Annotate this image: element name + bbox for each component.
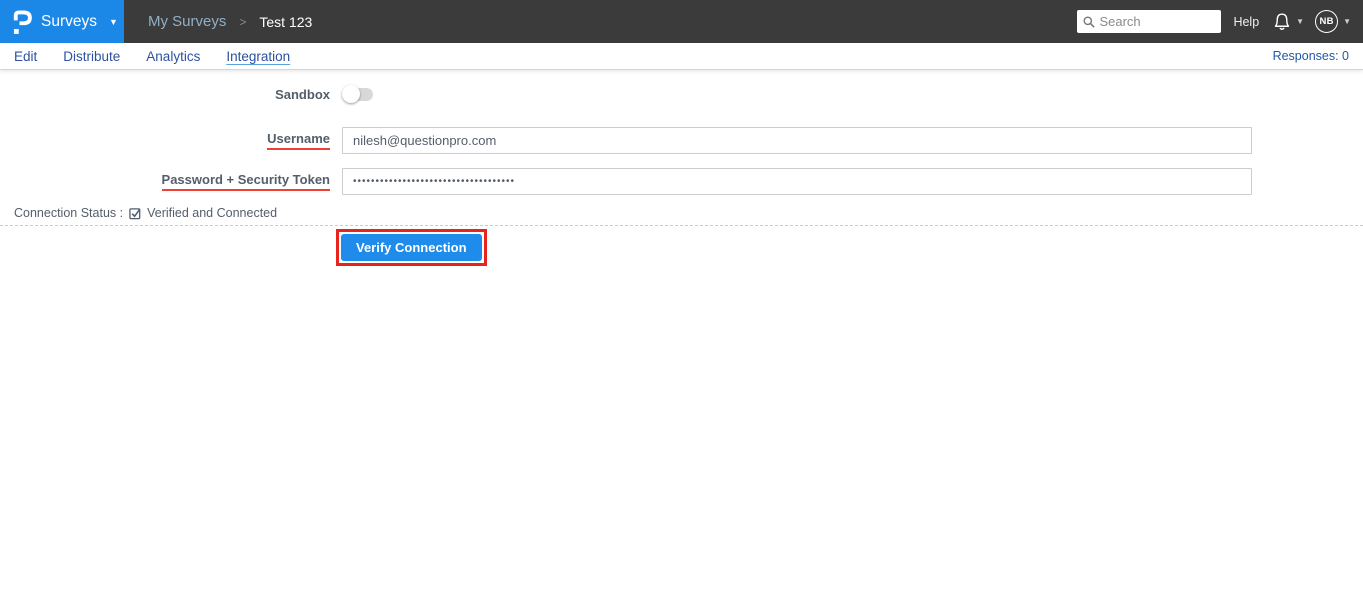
tab-analytics[interactable]: Analytics: [146, 49, 200, 64]
breadcrumb: My Surveys > Test 123: [148, 13, 312, 30]
annotation-highlight-box: Verify Connection: [336, 229, 487, 266]
connection-status-value: Verified and Connected: [147, 206, 278, 220]
connection-status-row: Connection Status : Verified and Connect…: [0, 206, 1363, 220]
breadcrumb-my-surveys[interactable]: My Surveys: [148, 13, 226, 30]
password-label-wrap: Password + Security Token: [0, 172, 330, 191]
search-box[interactable]: [1077, 10, 1222, 33]
chevron-down-icon: ▼: [1343, 17, 1351, 26]
password-input[interactable]: [342, 168, 1252, 195]
account-menu[interactable]: NB ▼: [1315, 10, 1351, 33]
password-label: Password + Security Token: [161, 172, 330, 191]
integration-settings-panel: Sandbox Username Password + Security Tok…: [0, 70, 1363, 266]
bell-icon: [1274, 13, 1290, 30]
section-divider: [0, 225, 1363, 226]
questionpro-logo-icon: [13, 10, 32, 34]
avatar: NB: [1315, 10, 1339, 33]
username-label-wrap: Username: [0, 131, 330, 150]
tab-integration[interactable]: Integration: [226, 49, 290, 64]
breadcrumb-separator-icon: >: [239, 14, 247, 29]
top-navbar: Surveys ▼ My Surveys > Test 123 Help ▼ N…: [0, 0, 1363, 43]
connection-status-label: Connection Status :: [14, 206, 124, 220]
search-icon: [1083, 16, 1096, 28]
checkbox-checked-icon: [129, 207, 142, 220]
notifications-menu[interactable]: ▼: [1273, 12, 1304, 31]
tab-distribute[interactable]: Distribute: [63, 49, 120, 64]
username-label: Username: [267, 131, 330, 150]
sandbox-label: Sandbox: [275, 86, 330, 102]
search-input[interactable]: [1099, 14, 1216, 29]
sandbox-toggle[interactable]: [342, 85, 373, 103]
chevron-down-icon: ▼: [1296, 17, 1305, 26]
sandbox-row: Sandbox: [0, 85, 1363, 103]
tab-edit[interactable]: Edit: [14, 49, 37, 64]
username-input[interactable]: [342, 127, 1252, 154]
password-field-wrap: [342, 168, 1252, 195]
help-link[interactable]: Help: [1233, 15, 1259, 29]
responses-count-link[interactable]: Responses: 0: [1273, 49, 1349, 63]
verify-button-row: Verify Connection: [0, 229, 1363, 266]
password-row: Password + Security Token: [0, 168, 1363, 195]
breadcrumb-current-survey: Test 123: [259, 13, 313, 30]
survey-tabbar: Edit Distribute Analytics Integration Re…: [0, 43, 1363, 70]
chevron-down-icon: ▼: [109, 16, 118, 27]
username-row: Username: [0, 127, 1363, 154]
username-field-wrap: [342, 127, 1252, 154]
verify-connection-button[interactable]: Verify Connection: [341, 234, 482, 261]
product-switcher[interactable]: Surveys ▼: [0, 0, 124, 43]
product-label: Surveys: [41, 12, 97, 30]
toggle-knob: [342, 85, 360, 103]
